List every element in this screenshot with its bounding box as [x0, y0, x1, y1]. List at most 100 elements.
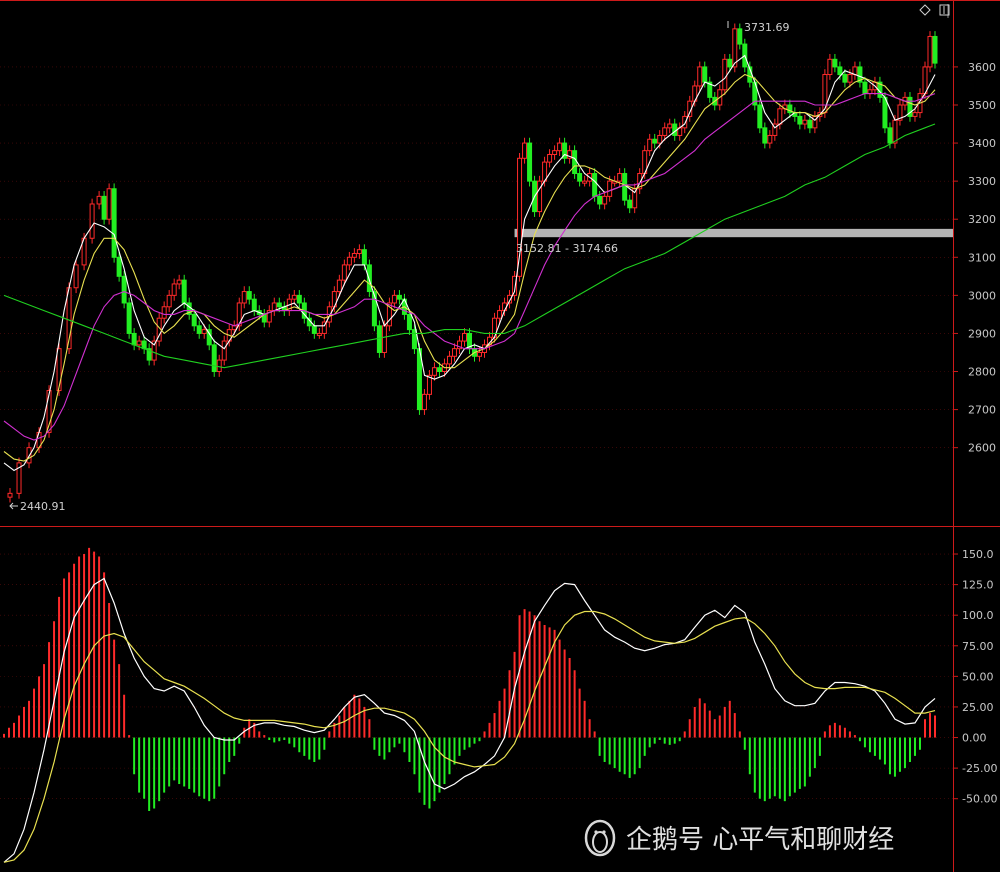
candle-body [797, 115, 803, 125]
candle-body [191, 313, 197, 327]
low-marker-arrow [9, 502, 18, 510]
candle-body [557, 142, 563, 152]
candle-body [391, 294, 397, 304]
candle-body [592, 173, 598, 197]
macd-tick-label: 125.0 [962, 579, 994, 592]
candle-body [522, 142, 528, 159]
candle-body [101, 195, 107, 220]
candle-body [446, 355, 452, 365]
price-tick-label: 2900 [968, 327, 996, 340]
candle-body [406, 313, 412, 331]
candle-body [627, 199, 633, 209]
candle-body [141, 340, 147, 350]
candle-body [662, 127, 668, 136]
candle-body [436, 367, 442, 373]
candle-body [431, 367, 437, 376]
candle-body [657, 134, 663, 144]
candle-body [421, 393, 427, 411]
macd-tick-label: 75.00 [962, 640, 994, 653]
dif-line [3, 577, 936, 863]
candle-body [847, 74, 853, 83]
price-tick-label: 3400 [968, 137, 996, 150]
diamond-icon[interactable] [919, 4, 931, 16]
candle-body [381, 325, 387, 353]
candle-body [246, 291, 252, 300]
candle-body [451, 348, 457, 357]
candle-body [126, 302, 132, 334]
candle-body [827, 58, 833, 76]
macd-tick-label: -50.00 [962, 793, 997, 806]
candle-body [577, 173, 583, 182]
candle-body [497, 310, 503, 319]
candle-body [56, 348, 62, 392]
candle-body [7, 492, 13, 498]
candle-body [762, 127, 768, 144]
candle-body [727, 58, 733, 68]
candle-body [201, 329, 207, 334]
candle-body [477, 351, 483, 357]
candle-body [461, 332, 467, 342]
candle-body [697, 66, 703, 87]
candle-body [166, 294, 172, 308]
watermark: 企鹅号 心平气和聊财经 [584, 819, 894, 857]
candle-body [311, 325, 317, 334]
candle-body [702, 66, 708, 83]
candle-body [667, 123, 673, 129]
candle-body [652, 138, 658, 144]
candle-body [121, 275, 127, 304]
candle-body [251, 298, 257, 312]
candle-body [887, 127, 893, 144]
price-y-axis: 3600 3500 3400 3300 3200 3100 3000 2900 2800 2700… [0, 61, 996, 455]
macd-tick-label: -25.00 [962, 762, 997, 775]
candle-body [757, 104, 763, 129]
candle-body [351, 252, 357, 258]
macd-tick-label: 150.0 [962, 548, 994, 561]
candle-body [837, 66, 843, 76]
penguin-logo [584, 819, 616, 857]
ma20-line [3, 93, 936, 441]
candle-body [722, 58, 728, 91]
candle-body [291, 294, 297, 300]
candle-body [176, 279, 182, 285]
candle-body [822, 74, 828, 114]
candle-body [131, 332, 137, 346]
macd-histogram [3, 547, 936, 811]
candle-body [912, 112, 918, 117]
ma5-line [3, 54, 936, 472]
price-tick-label: 2700 [968, 404, 996, 417]
candle-body [161, 306, 167, 319]
ma10-line [3, 73, 936, 462]
candle-body [622, 173, 628, 201]
candle-body [96, 195, 102, 205]
candle-body [73, 264, 79, 289]
candle-body [231, 325, 237, 331]
candle-body [527, 142, 533, 182]
candle-body [296, 294, 302, 304]
candle-body [221, 340, 227, 361]
macd-tick-label: 100.0 [962, 609, 994, 622]
candle-body [552, 150, 558, 155]
candle-body [807, 119, 813, 129]
macd-tick-label: 25.00 [962, 701, 994, 714]
low-label: 2440.91 [20, 500, 66, 513]
candle-body [196, 325, 202, 334]
candle-body [802, 119, 808, 125]
candle-body [602, 195, 608, 205]
candle-body [547, 153, 553, 163]
band-rect [514, 228, 953, 238]
candle-body [106, 188, 112, 220]
macd-lines [3, 577, 936, 863]
candle-body [607, 180, 613, 197]
candle-body [862, 81, 868, 95]
candle-body [171, 283, 177, 296]
candle-body [366, 264, 372, 293]
price-tick-label: 3500 [968, 99, 996, 112]
watermark-text: 企鹅号 心平气和聊财经 [626, 825, 894, 855]
candle-body [181, 279, 187, 304]
candle-body [647, 138, 653, 152]
candle-body [89, 203, 95, 239]
candle-body [241, 291, 247, 304]
candle-body [116, 256, 122, 277]
stock-chart: 3600 3500 3400 3300 3200 3100 3000 2900 2800 2700… [0, 0, 1000, 872]
candle-body [867, 89, 873, 95]
